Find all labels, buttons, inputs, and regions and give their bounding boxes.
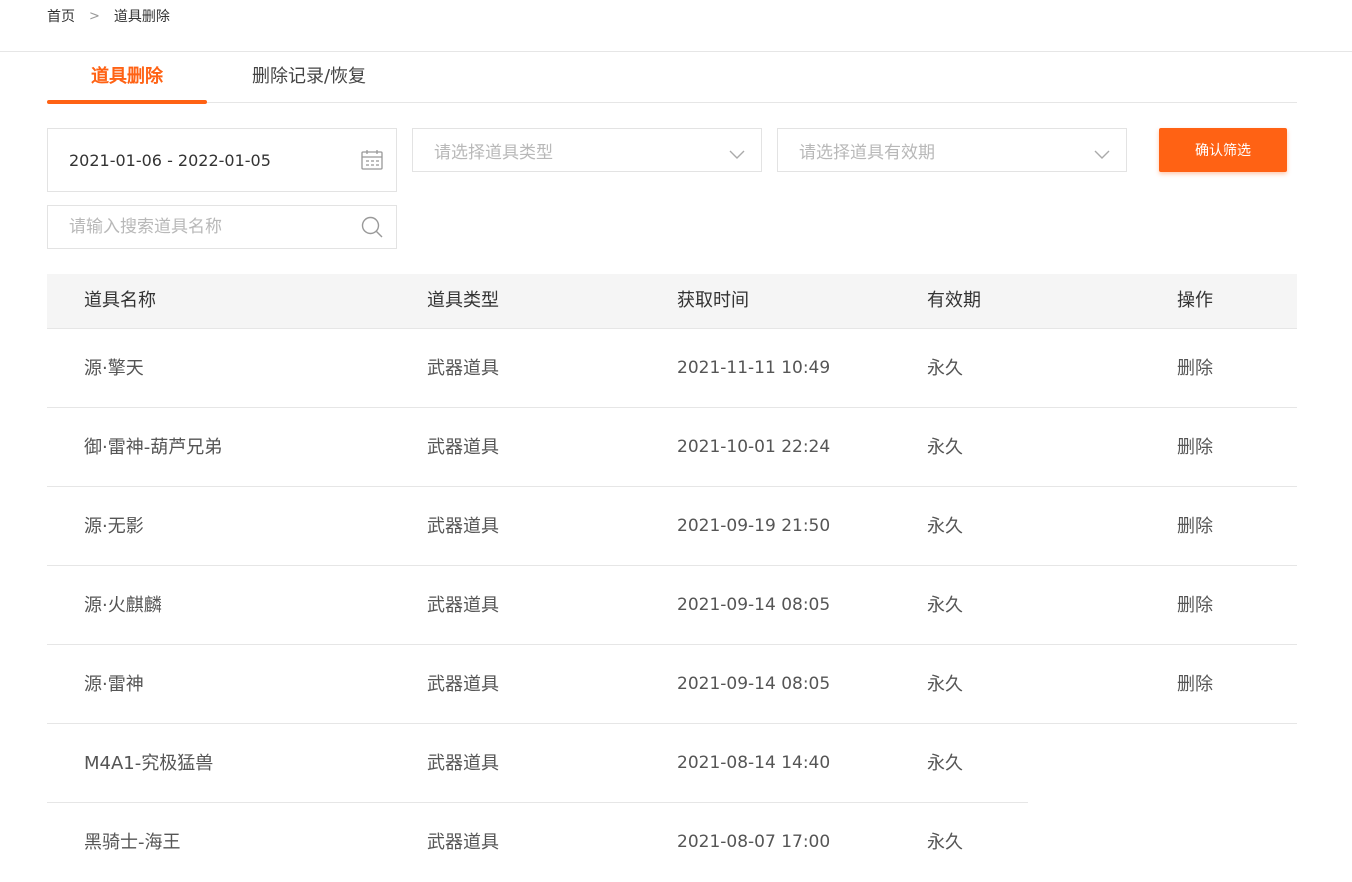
search-field[interactable] (47, 205, 397, 249)
tab-item-delete-label: 道具删除 (91, 66, 163, 87)
column-header-name: 道具名称 (84, 290, 156, 311)
item-name: 御·雷神-葫芦兄弟 (84, 437, 223, 458)
item-type: 武器道具 (427, 358, 499, 379)
delete-button[interactable]: 删除 (1177, 645, 1213, 724)
item-time: 2021-11-11 10:49 (677, 358, 831, 378)
tab-delete-records-label: 删除记录/恢复 (251, 66, 367, 87)
item-validity: 永久 (927, 437, 963, 458)
table-row: 御·雷神-葫芦兄弟 武器道具 2021-10-01 22:24 永久 删除 (47, 408, 1297, 487)
delete-button[interactable]: 删除 (1177, 487, 1213, 566)
item-name: 源·无影 (84, 516, 144, 537)
item-validity: 永久 (927, 674, 963, 695)
delete-button[interactable]: 删除 (1177, 566, 1213, 645)
table-header: 道具名称 道具类型 获取时间 有效期 操作 (47, 274, 1297, 329)
table-row: 源·雷神 武器道具 2021-09-14 08:05 永久 删除 (47, 645, 1297, 724)
breadcrumb-current: 道具删除 (113, 9, 170, 25)
chevron-down-icon (725, 143, 749, 167)
item-name: 源·雷神 (84, 674, 144, 695)
tab-bar: 道具删除 删除记录/恢复 (47, 52, 1297, 104)
table-row: 黑骑士-海王 武器道具 2021-08-07 17:00 永久 (47, 803, 1297, 882)
table-row: 源·擎天 武器道具 2021-11-11 10:49 永久 删除 (47, 329, 1297, 408)
search-icon[interactable] (360, 215, 384, 239)
column-header-validity: 有效期 (927, 290, 981, 311)
chevron-down-icon (1090, 143, 1114, 167)
item-time: 2021-09-19 21:50 (677, 516, 831, 536)
item-validity: 永久 (927, 753, 963, 774)
item-type: 武器道具 (427, 516, 499, 537)
column-header-action: 操作 (1177, 290, 1213, 311)
item-type: 武器道具 (427, 832, 499, 853)
item-time: 2021-10-01 22:24 (677, 437, 831, 457)
delete-button[interactable]: 删除 (1177, 408, 1213, 487)
item-validity: 永久 (927, 832, 963, 853)
confirm-filter-button[interactable]: 确认筛选 (1159, 128, 1287, 172)
item-time: 2021-09-14 08:05 (677, 595, 831, 615)
tab-item-delete[interactable]: 道具删除 (47, 52, 207, 104)
calendar-icon[interactable] (360, 148, 384, 172)
item-time: 2021-08-07 17:00 (677, 832, 831, 852)
item-validity-placeholder: 请选择道具有效期 (799, 142, 935, 163)
item-validity-select[interactable]: 请选择道具有效期 (777, 128, 1127, 172)
column-header-time: 获取时间 (677, 290, 749, 311)
item-name: 源·火麒麟 (84, 595, 162, 616)
item-validity: 永久 (927, 595, 963, 616)
column-header-type: 道具类型 (427, 290, 499, 311)
item-time: 2021-09-14 08:05 (677, 674, 831, 694)
item-type-select[interactable]: 请选择道具类型 (412, 128, 762, 172)
item-time: 2021-08-14 14:40 (677, 753, 831, 773)
item-validity: 永久 (927, 516, 963, 537)
item-name: M4A1-究极猛兽 (84, 753, 214, 774)
item-type: 武器道具 (427, 437, 499, 458)
tab-delete-records[interactable]: 删除记录/恢复 (239, 52, 379, 103)
breadcrumb-separator: > (89, 8, 100, 24)
item-name: 源·擎天 (84, 358, 144, 379)
search-input[interactable] (48, 206, 396, 248)
breadcrumb-home[interactable]: 首页 (47, 6, 75, 26)
items-table: 道具名称 道具类型 获取时间 有效期 操作 源·擎天 武器道具 2021-11-… (47, 274, 1297, 882)
delete-button[interactable]: 删除 (1177, 329, 1213, 408)
date-range-picker[interactable]: 2021-01-06 - 2022-01-05 (47, 128, 397, 192)
item-type: 武器道具 (427, 674, 499, 695)
item-name: 黑骑士-海王 (84, 832, 181, 853)
item-validity: 永久 (927, 358, 963, 379)
date-range-value: 2021-01-06 - 2022-01-05 (69, 150, 271, 170)
item-type: 武器道具 (427, 753, 499, 774)
item-type-placeholder: 请选择道具类型 (434, 142, 553, 163)
table-row: 源·无影 武器道具 2021-09-19 21:50 永久 删除 (47, 487, 1297, 566)
item-type: 武器道具 (427, 595, 499, 616)
active-tab-indicator (47, 100, 207, 104)
table-row: 源·火麒麟 武器道具 2021-09-14 08:05 永久 删除 (47, 566, 1297, 645)
breadcrumb: 首页 > 道具删除 (47, 6, 170, 26)
table-row: M4A1-究极猛兽 武器道具 2021-08-14 14:40 永久 (47, 724, 1297, 803)
